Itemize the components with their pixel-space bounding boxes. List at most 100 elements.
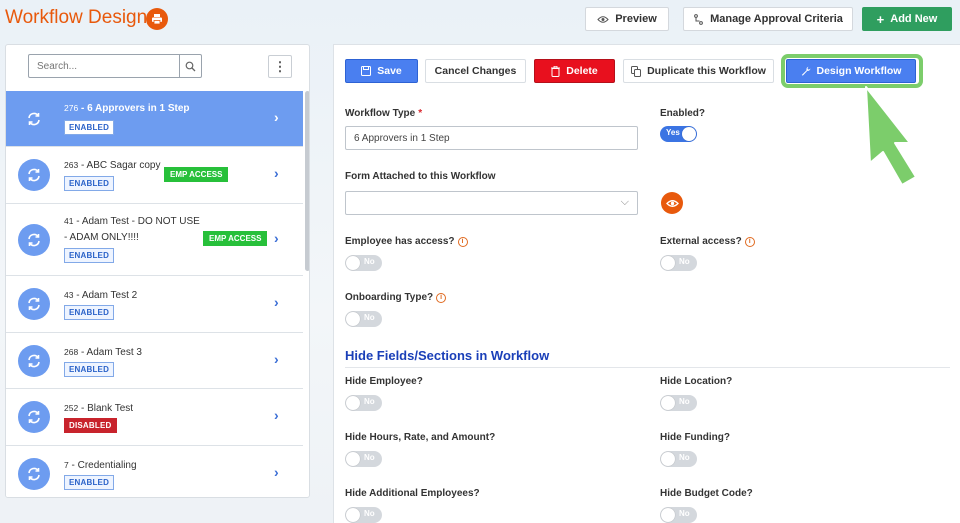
- chevron-right-icon: ›: [274, 294, 279, 310]
- enabled-toggle[interactable]: Yes: [660, 126, 697, 142]
- search-icon: [185, 61, 196, 71]
- manage-approval-criteria-button[interactable]: Manage Approval Criteria: [683, 7, 853, 31]
- info-icon: i: [457, 236, 468, 247]
- sync-icon: [18, 224, 50, 256]
- hide-funding-toggle[interactable]: No: [660, 451, 697, 467]
- chevron-right-icon: ›: [274, 464, 279, 480]
- sync-icon: [18, 458, 50, 490]
- trash-icon: [551, 65, 561, 77]
- employee-access-toggle[interactable]: No: [345, 255, 382, 271]
- toggle-label: No: [364, 453, 375, 462]
- hide-location-toggle[interactable]: No: [660, 395, 697, 411]
- hide-fields-section-title: Hide Fields/Sections in Workflow: [345, 348, 550, 363]
- search-input[interactable]: [29, 55, 179, 77]
- toggle-knob: [682, 127, 696, 141]
- wrench-icon: [801, 66, 810, 76]
- form-attached-label: Form Attached to this Workflow: [345, 171, 496, 182]
- more-options-button[interactable]: ⋮: [268, 55, 292, 78]
- workflow-list-item[interactable]: 43 - Adam Test 2 ENABLED ›: [6, 276, 303, 333]
- status-badge: ENABLED: [64, 248, 115, 263]
- onboarding-type-label: Onboarding Type? i: [345, 292, 447, 303]
- search-box: [28, 54, 202, 78]
- preview-label: Preview: [615, 13, 657, 25]
- toggle-label: No: [364, 257, 375, 266]
- hide-location-label: Hide Location?: [660, 376, 733, 387]
- toggle-knob: [661, 508, 675, 522]
- view-form-button[interactable]: [661, 192, 683, 214]
- onboarding-type-toggle[interactable]: No: [345, 311, 382, 327]
- form-attached-select[interactable]: ⌵: [345, 191, 638, 215]
- status-badge: ENABLED: [64, 362, 115, 377]
- kebab-icon: ⋮: [273, 58, 287, 74]
- eye-icon: [597, 15, 609, 23]
- toggle-knob: [346, 312, 360, 326]
- emp-access-badge: EMP ACCESS: [164, 167, 229, 182]
- preview-button[interactable]: Preview: [585, 7, 669, 31]
- workflow-list-item[interactable]: 276 - 6 Approvers in 1 Step ENABLED ›: [6, 91, 303, 147]
- workflow-list-item[interactable]: 252 - Blank Test DISABLED ›: [6, 389, 303, 446]
- toggle-knob: [661, 256, 675, 270]
- workflow-name: 252 - Blank Test: [64, 403, 134, 414]
- workflow-list-item[interactable]: 41 - Adam Test - DO NOT USE - ADAM ONLY!…: [6, 204, 303, 276]
- toggle-knob: [346, 256, 360, 270]
- design-label: Design Workflow: [816, 65, 902, 77]
- workflow-type-label: Workflow Type *: [345, 108, 423, 119]
- external-access-toggle[interactable]: No: [660, 255, 697, 271]
- workflow-name: 43 - Adam Test 2: [64, 290, 138, 301]
- copy-icon: [631, 65, 642, 77]
- workflow-list-item[interactable]: 7 - Credentialing ENABLED ›: [6, 446, 303, 497]
- chevron-right-icon: ›: [274, 351, 279, 367]
- design-workflow-button[interactable]: Design Workflow: [786, 59, 916, 83]
- hide-additional-employees-label: Hide Additional Employees?: [345, 488, 480, 499]
- toggle-label: No: [364, 397, 375, 406]
- hide-budget-code-toggle[interactable]: No: [660, 507, 697, 523]
- workflow-name: 276 - 6 Approvers in 1 Step: [64, 103, 190, 114]
- cancel-changes-button[interactable]: Cancel Changes: [425, 59, 526, 83]
- toggle-label: Yes: [666, 128, 680, 137]
- sync-icon: [18, 345, 50, 377]
- hide-hours-label: Hide Hours, Rate, and Amount?: [345, 432, 496, 443]
- info-icon: i: [436, 292, 447, 303]
- section-divider: [345, 367, 950, 368]
- status-badge: ENABLED: [64, 305, 115, 320]
- list-scrollbar[interactable]: [304, 91, 309, 497]
- status-badge: DISABLED: [64, 418, 117, 433]
- flow-icon: [694, 13, 703, 25]
- required-mark: *: [418, 108, 423, 119]
- hide-additional-employees-toggle[interactable]: No: [345, 507, 382, 523]
- chevron-right-icon: ›: [274, 230, 279, 246]
- pointer-arrow-icon: [865, 86, 917, 186]
- hide-funding-label: Hide Funding?: [660, 432, 730, 443]
- delete-button[interactable]: Delete: [534, 59, 615, 83]
- manage-label: Manage Approval Criteria: [710, 13, 843, 25]
- hide-hours-toggle[interactable]: No: [345, 451, 382, 467]
- print-icon[interactable]: [146, 8, 168, 30]
- add-new-label: Add New: [890, 13, 938, 25]
- toggle-label: No: [364, 509, 375, 518]
- workflow-list-panel: ⋮ 276 - 6 Approvers in 1 Step ENABLED › …: [5, 44, 310, 498]
- toggle-knob: [661, 452, 675, 466]
- status-badge: ENABLED: [64, 120, 115, 135]
- toggle-knob: [346, 508, 360, 522]
- add-new-button[interactable]: + Add New: [862, 7, 952, 31]
- page-title: Workflow Designer: [5, 7, 165, 28]
- emp-access-badge: EMP ACCESS: [203, 231, 268, 246]
- save-button[interactable]: Save: [345, 59, 418, 83]
- scrollbar-thumb[interactable]: [305, 91, 309, 271]
- toggle-label: No: [679, 397, 690, 406]
- duplicate-workflow-button[interactable]: Duplicate this Workflow: [623, 59, 774, 83]
- search-button[interactable]: [179, 55, 201, 77]
- sync-icon: [18, 103, 50, 135]
- cancel-label: Cancel Changes: [434, 65, 517, 77]
- sync-icon: [18, 288, 50, 320]
- hide-employee-toggle[interactable]: No: [345, 395, 382, 411]
- workflow-list-item[interactable]: 268 - Adam Test 3 ENABLED ›: [6, 333, 303, 389]
- toggle-label: No: [679, 257, 690, 266]
- toggle-label: No: [679, 509, 690, 518]
- workflow-list-item[interactable]: 263 - ABC Sagar copy ENABLED EMP ACCESS …: [6, 147, 303, 204]
- workflow-type-input[interactable]: 6 Approvers in 1 Step: [345, 126, 638, 150]
- hide-budget-code-label: Hide Budget Code?: [660, 488, 753, 499]
- workflow-name-continued: - ADAM ONLY!!!!: [64, 232, 139, 243]
- sync-icon: [18, 401, 50, 433]
- delete-label: Delete: [566, 65, 598, 77]
